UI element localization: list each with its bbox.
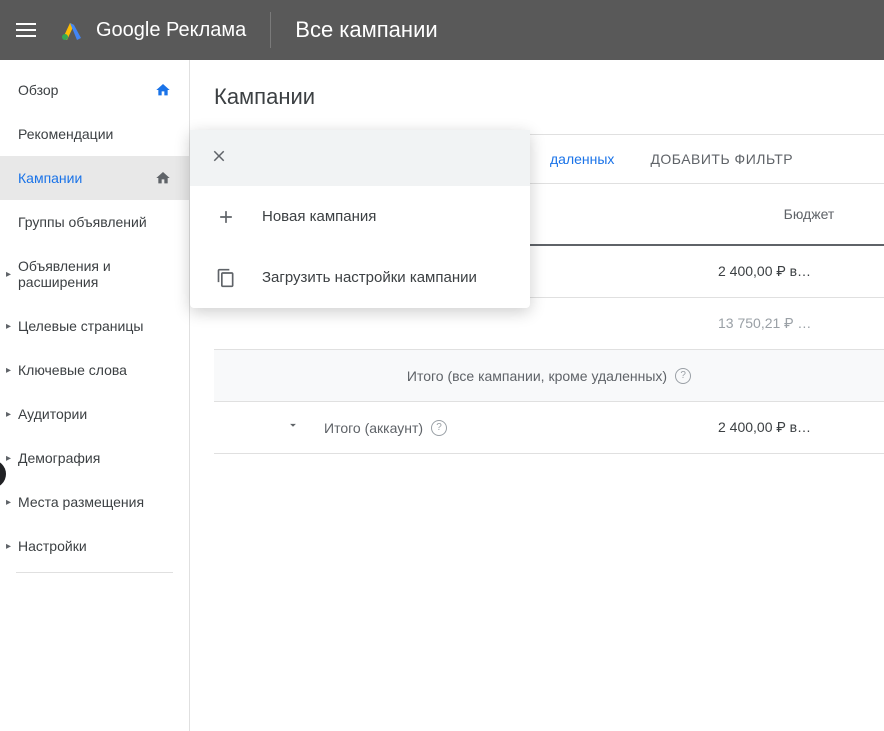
help-icon[interactable]: ? [431, 420, 447, 436]
plus-icon [214, 207, 238, 227]
hamburger-menu-icon[interactable] [16, 18, 40, 42]
sidebar-item-landing-pages[interactable]: Целевые страницы [0, 304, 189, 348]
page-title: Кампании [214, 84, 884, 110]
sidebar-item-label: Места размещения [18, 494, 171, 510]
add-filter-button[interactable]: ДОБАВИТЬ ФИЛЬТР [630, 151, 813, 167]
budget-cell: 13 750,21 ₽ … [718, 315, 868, 332]
sidebar-item-label: Группы объявлений [18, 214, 171, 230]
sidebar-item-label: Кампании [18, 170, 155, 186]
chevron-down-icon[interactable] [286, 418, 300, 437]
popup-item-new-campaign[interactable]: Новая кампания [190, 186, 530, 247]
sidebar-item-ads-extensions[interactable]: Объявления и расширения [0, 244, 189, 304]
sidebar-item-keywords[interactable]: Ключевые слова [0, 348, 189, 392]
sidebar-item-label: Обзор [18, 82, 155, 98]
sidebar-item-label: Демография [18, 450, 171, 466]
sidebar-item-label: Ключевые слова [18, 362, 171, 378]
main-content: Кампании даленных ДОБАВИТЬ ФИЛЬТР Бюджет… [190, 60, 884, 731]
app-header: Google Реклама Все кампании [0, 0, 884, 60]
summary-label: Итого (все кампании, кроме удаленных) [407, 368, 667, 384]
budget-cell: 2 400,00 ₽ в… [718, 263, 868, 280]
summary-row-all: Итого (все кампании, кроме удаленных) ? [214, 350, 884, 402]
copy-icon [214, 268, 238, 288]
popup-item-label: Загрузить настройки кампании [262, 267, 477, 288]
budget-cell: 2 400,00 ₽ в… [718, 419, 868, 436]
sidebar-item-label: Объявления и расширения [18, 258, 171, 290]
header-title: Все кампании [295, 17, 437, 43]
column-header-budget[interactable]: Бюджет [734, 184, 884, 244]
popup-item-label: Новая кампания [262, 206, 376, 227]
help-icon[interactable]: ? [675, 368, 691, 384]
sidebar-item-adgroups[interactable]: Группы объявлений [0, 200, 189, 244]
header-divider [270, 12, 271, 48]
sidebar-item-audiences[interactable]: Аудитории [0, 392, 189, 436]
sidebar-item-campaigns[interactable]: Кампании [0, 156, 189, 200]
sidebar-item-label: Рекомендации [18, 126, 171, 142]
sidebar-separator [16, 572, 173, 573]
popup-item-load-settings[interactable]: Загрузить настройки кампании [190, 247, 530, 308]
sidebar: Обзор Рекомендации Кампании Группы объяв… [0, 60, 190, 731]
google-ads-logo-icon [60, 18, 84, 42]
sidebar-item-demographics[interactable]: Демография [0, 436, 189, 480]
sidebar-item-placements[interactable]: Места размещения [0, 480, 189, 524]
summary-row-account[interactable]: Итого (аккаунт) ? 2 400,00 ₽ в… [214, 402, 884, 454]
logo-text: Google Реклама [96, 19, 246, 42]
sidebar-item-label: Аудитории [18, 406, 171, 422]
home-icon [155, 82, 171, 98]
popup-header [190, 130, 530, 186]
filter-status-link[interactable]: даленных [534, 151, 630, 167]
sidebar-item-label: Настройки [18, 538, 171, 554]
sidebar-item-settings[interactable]: Настройки [0, 524, 189, 568]
home-icon [155, 170, 171, 186]
close-icon[interactable] [210, 147, 228, 170]
new-campaign-popup: Новая кампания Загрузить настройки кампа… [190, 130, 530, 308]
sidebar-item-recommendations[interactable]: Рекомендации [0, 112, 189, 156]
sidebar-item-overview[interactable]: Обзор [0, 68, 189, 112]
sidebar-item-label: Целевые страницы [18, 318, 171, 334]
summary-label: Итого (аккаунт) [324, 420, 423, 436]
